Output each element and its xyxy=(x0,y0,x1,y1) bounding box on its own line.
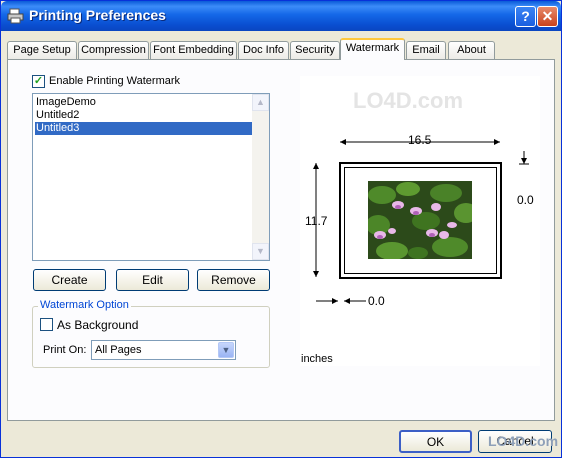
create-button[interactable]: Create xyxy=(33,269,106,291)
height-value: 11.7 xyxy=(305,214,328,228)
scroll-up-icon[interactable]: ▲ xyxy=(252,94,269,111)
print-on-select[interactable]: All Pages ▼ xyxy=(91,340,236,360)
as-background-checkbox[interactable] xyxy=(40,318,53,331)
print-on-label: Print On: xyxy=(43,344,87,356)
tab-page-setup[interactable]: Page Setup xyxy=(7,41,77,59)
tab-watermark[interactable]: Watermark xyxy=(340,38,405,60)
enable-watermark-label: Enable Printing Watermark xyxy=(49,75,181,87)
tab-font-embedding[interactable]: Font Embedding xyxy=(150,41,237,59)
close-button[interactable]: ✕ xyxy=(537,6,558,27)
lo4d-site-watermark: LO4D.com xyxy=(488,433,559,449)
tab-about[interactable]: About xyxy=(448,41,495,59)
as-background-label: As Background xyxy=(57,318,139,332)
window-title: Printing Preferences xyxy=(29,7,166,23)
tab-email[interactable]: Email xyxy=(406,41,446,59)
edit-button[interactable]: Edit xyxy=(116,269,189,291)
list-scrollbar[interactable]: ▲ ▼ xyxy=(252,94,269,260)
tab-doc-info[interactable]: Doc Info xyxy=(238,41,289,59)
ok-button[interactable]: OK xyxy=(399,430,472,453)
list-item[interactable]: Untitled2 xyxy=(35,109,254,122)
scroll-down-icon[interactable]: ▼ xyxy=(252,243,269,260)
left-offset-value: 0.0 xyxy=(368,294,385,308)
list-item-selected[interactable]: Untitled3 xyxy=(35,122,254,135)
width-value: 16.5 xyxy=(408,133,432,147)
printer-icon xyxy=(7,8,24,24)
remove-button[interactable]: Remove xyxy=(197,269,270,291)
tab-compression[interactable]: Compression xyxy=(78,41,149,59)
print-on-value: All Pages xyxy=(95,344,142,356)
tab-security[interactable]: Security xyxy=(290,41,340,59)
watermark-image-preview xyxy=(368,181,472,259)
water-lily-image xyxy=(368,181,472,259)
help-button[interactable]: ? xyxy=(515,6,536,27)
title-bar[interactable]: Printing Preferences ? ✕ xyxy=(1,1,561,31)
list-item[interactable]: ImageDemo xyxy=(35,96,254,109)
enable-watermark-checkbox[interactable]: ✓ xyxy=(32,75,45,88)
top-offset-value: 0.0 xyxy=(517,193,534,207)
printing-preferences-window: Printing Preferences ? ✕ Page Setup Comp… xyxy=(0,0,562,458)
chevron-down-icon[interactable]: ▼ xyxy=(218,342,234,358)
units-label: inches xyxy=(301,353,333,365)
watermark-list[interactable]: ImageDemo Untitled2 Untitled3 ▲ ▼ xyxy=(32,93,270,261)
watermark-option-title: Watermark Option xyxy=(38,299,131,311)
lo4d-watermark-logo: LO4D.com xyxy=(353,88,464,113)
